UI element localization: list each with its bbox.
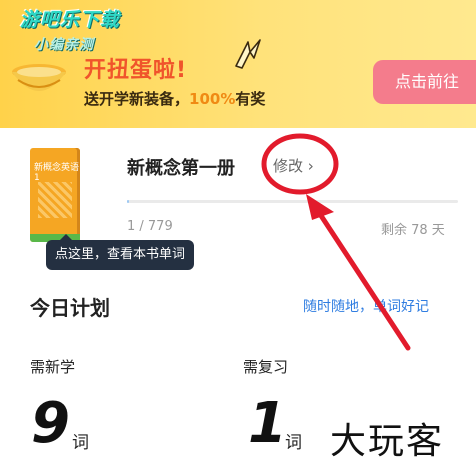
- plan-slogan-link[interactable]: 随时随地，单词好记: [303, 296, 429, 316]
- watermark-bottom: 大玩客: [330, 421, 445, 462]
- progress-fill: [127, 200, 129, 203]
- book-name: 新概念第一册: [127, 158, 235, 179]
- promo-title: 开扭蛋啦!: [84, 58, 188, 83]
- book-cover[interactable]: 新概念英语1: [30, 148, 80, 242]
- days-remaining: 剩余 78 天: [381, 223, 445, 238]
- book-cover-title: 新概念英语1: [34, 163, 80, 183]
- edit-label: 修改: [273, 157, 304, 175]
- review-words-count: 1: [248, 391, 287, 456]
- new-words-unit: 词: [72, 433, 89, 453]
- book-cover-pattern: [38, 182, 72, 218]
- go-now-button[interactable]: 点击前往: [373, 60, 476, 104]
- review-words-label: 需复习: [243, 358, 289, 376]
- progress-bar: [127, 200, 458, 203]
- book-words-tooltip[interactable]: 点这里，查看本书单词: [46, 240, 194, 270]
- progress-count: 1 / 779: [127, 219, 173, 234]
- watermark-title: 游吧乐下载: [20, 9, 121, 31]
- promo-banner[interactable]: 游吧乐下载 小编亲测 开扭蛋啦! 送开学新装备，100%有奖 点击前往: [0, 0, 476, 128]
- review-words-unit: 词: [285, 433, 302, 453]
- today-plan-title: 今日计划: [30, 296, 110, 320]
- watermark-subtitle: 小编亲测: [34, 37, 94, 53]
- new-words-count: 9: [31, 391, 70, 456]
- new-words-label: 需新学: [30, 358, 76, 376]
- chevron-right-icon: ›: [307, 157, 314, 175]
- promo-subtitle-highlight: 100%: [189, 90, 236, 108]
- gashapon-bowl-icon: [12, 64, 66, 91]
- promo-subtitle-suffix: 有奖: [235, 90, 266, 108]
- edit-book-link[interactable]: 修改 ›: [273, 155, 314, 176]
- lightning-icon: [235, 39, 261, 69]
- promo-subtitle-prefix: 送开学新装备，: [84, 90, 190, 108]
- promo-subtitle: 送开学新装备，100%有奖: [84, 88, 265, 109]
